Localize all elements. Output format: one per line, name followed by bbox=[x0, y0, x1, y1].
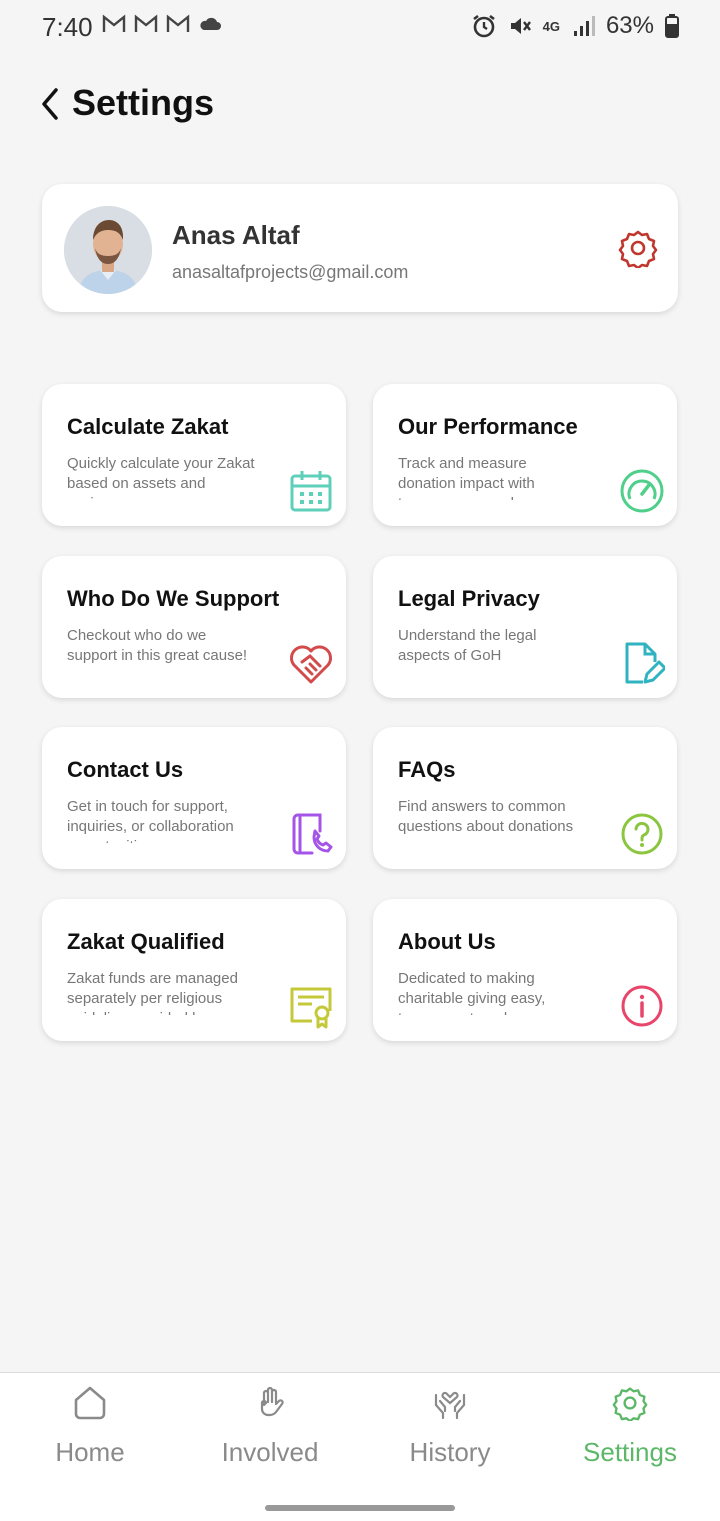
calendar-icon bbox=[290, 471, 332, 512]
card-who-do-we-support[interactable]: Who Do We Support Checkout who do we sup… bbox=[42, 556, 346, 698]
page-title: Settings bbox=[72, 82, 215, 123]
gmail-icon bbox=[166, 14, 190, 32]
gmail-icon bbox=[134, 14, 158, 32]
document-edit-icon bbox=[625, 642, 665, 684]
home-indicator[interactable] bbox=[265, 1505, 455, 1511]
card-description: Checkout who do we support in this great… bbox=[67, 627, 248, 664]
heart-hands-icon bbox=[434, 1391, 466, 1420]
card-description: Understand the legal aspects of GoH bbox=[398, 627, 537, 664]
card-contact-us[interactable]: Contact Us Get in touch for support, inq… bbox=[42, 727, 346, 869]
nav-label: Home bbox=[55, 1437, 125, 1467]
card-description: Dedicated to making charitable giving ea… bbox=[398, 970, 546, 1015]
profile-card[interactable]: Anas Altaf anasaltafprojects@gmail.com bbox=[42, 184, 678, 312]
card-description: Get in touch for support, inquiries, or … bbox=[67, 798, 234, 843]
profile-email: anasaltafprojects@gmail.com bbox=[172, 262, 409, 282]
card-title: Calculate Zakat bbox=[67, 414, 229, 439]
cloud-icon bbox=[200, 17, 221, 30]
gauge-icon bbox=[620, 469, 664, 513]
card-about-us[interactable]: About Us Dedicated to making charitable … bbox=[373, 899, 677, 1041]
contact-book-icon bbox=[292, 813, 333, 855]
nav-label: History bbox=[409, 1437, 491, 1467]
nav-settings[interactable]: Settings bbox=[540, 1373, 720, 1483]
card-legal-privacy[interactable]: Legal Privacy Understand the legal aspec… bbox=[373, 556, 677, 698]
avatar-image bbox=[64, 206, 152, 294]
status-bar: 7:40 4G 63% bbox=[0, 0, 720, 56]
status-indicators: 4G 63% bbox=[471, 12, 680, 40]
card-title: Contact Us bbox=[67, 757, 184, 782]
profile-settings-icon[interactable] bbox=[618, 228, 658, 268]
gear-icon bbox=[612, 1387, 648, 1421]
alarm-icon bbox=[472, 14, 495, 38]
card-title: Legal Privacy bbox=[398, 586, 540, 611]
back-button[interactable] bbox=[34, 84, 66, 124]
card-description: Zakat funds are managed separately per r… bbox=[67, 970, 238, 1015]
info-circle-icon bbox=[621, 985, 663, 1027]
signal-icon bbox=[573, 16, 595, 36]
nav-home[interactable]: Home bbox=[0, 1373, 180, 1483]
raised-hand-icon bbox=[260, 1386, 284, 1417]
card-description: Track and measure donation impact with t… bbox=[398, 455, 535, 500]
card-title: Our Performance bbox=[398, 414, 578, 439]
certificate-icon bbox=[290, 987, 332, 1029]
network-type: 4G bbox=[542, 18, 560, 34]
battery-percent: 63% bbox=[605, 12, 654, 39]
card-title: Zakat Qualified bbox=[67, 929, 225, 954]
profile-name: Anas Altaf bbox=[172, 220, 300, 250]
mute-icon bbox=[510, 18, 531, 34]
avatar bbox=[64, 206, 152, 294]
status-time: 7:40 bbox=[42, 12, 93, 42]
nav-label: Settings bbox=[583, 1437, 677, 1467]
home-icon bbox=[74, 1386, 106, 1420]
card-description: Quickly calculate your Zakat based on as… bbox=[67, 455, 255, 500]
card-faqs[interactable]: FAQs Find answers to common questions ab… bbox=[373, 727, 677, 869]
nav-label: Involved bbox=[221, 1437, 319, 1467]
card-title: About Us bbox=[398, 929, 496, 954]
gmail-icon bbox=[102, 14, 126, 32]
card-our-performance[interactable]: Our Performance Track and measure donati… bbox=[373, 384, 677, 526]
card-title: Who Do We Support bbox=[67, 586, 280, 611]
nav-involved[interactable]: Involved bbox=[180, 1373, 360, 1483]
handshake-heart-icon bbox=[290, 645, 332, 684]
bottom-navigation: Home Involved History Settings bbox=[0, 1372, 720, 1521]
nav-history[interactable]: History bbox=[360, 1373, 540, 1483]
card-calculate-zakat[interactable]: Calculate Zakat Quickly calculate your Z… bbox=[42, 384, 346, 526]
question-circle-icon bbox=[621, 813, 663, 855]
card-title: FAQs bbox=[398, 757, 456, 782]
card-description: Find answers to common questions about d… bbox=[398, 798, 574, 835]
notification-icons bbox=[102, 14, 222, 34]
card-zakat-qualified[interactable]: Zakat Qualified Zakat funds are managed … bbox=[42, 899, 346, 1041]
battery-icon bbox=[665, 14, 679, 38]
